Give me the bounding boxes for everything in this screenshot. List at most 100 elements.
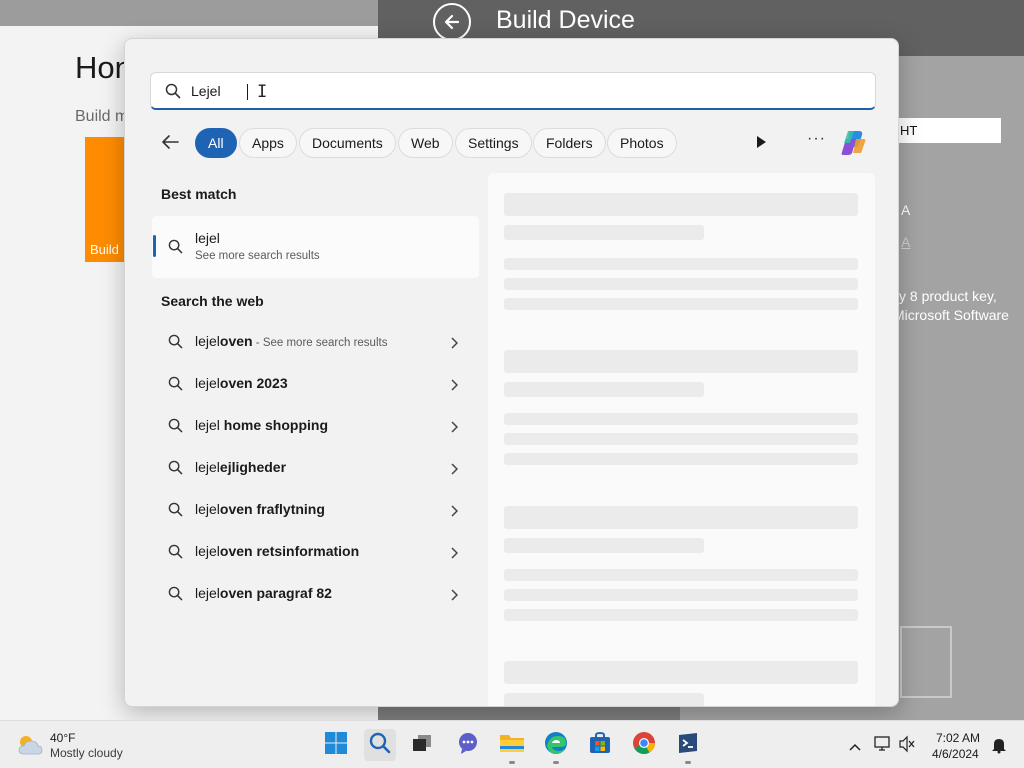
web-result-item[interactable]: lejeloven paragraf 82: [152, 575, 479, 611]
file-explorer-icon: [499, 732, 525, 759]
task-view-icon: [411, 733, 433, 758]
weather-condition: Mostly cloudy: [50, 746, 123, 760]
web-result-text: lejeloven paragraf 82: [195, 585, 332, 601]
chat-icon: [456, 731, 480, 760]
chevron-right-icon[interactable]: [450, 420, 459, 438]
edge-button[interactable]: [540, 729, 572, 764]
skeleton-line: [504, 193, 858, 216]
skeleton-line: [504, 350, 858, 373]
clock-date[interactable]: 4/6/2024: [932, 747, 979, 761]
web-result-completion: oven: [219, 333, 253, 349]
search-input[interactable]: [191, 81, 791, 101]
notification-icon[interactable]: [990, 736, 1008, 759]
chrome-button[interactable]: [628, 729, 660, 761]
chrome-icon: [631, 730, 657, 761]
best-match-subtitle: See more search results: [195, 250, 320, 262]
filter-documents[interactable]: Documents: [299, 128, 396, 158]
best-match-item[interactable]: lejel See more search results: [152, 216, 479, 278]
skeleton-line: [504, 506, 858, 529]
more-options-icon[interactable]: ···: [807, 130, 826, 148]
chevron-right-icon[interactable]: [450, 504, 459, 522]
web-result-text: lejeloven 2023: [195, 375, 288, 391]
filter-web[interactable]: Web: [398, 128, 453, 158]
web-result-item[interactable]: lejeloven 2023: [152, 365, 479, 401]
running-indicator: [509, 761, 515, 764]
weather-widget[interactable]: 40°F Mostly cloudy: [16, 729, 156, 763]
build-device-text-1: y 8 product key,: [899, 288, 997, 304]
build-tile-label: Build: [90, 242, 119, 257]
build-device-title: Build Device: [496, 6, 635, 34]
web-result-prefix: lejel: [195, 585, 220, 601]
build-device-line-a: A: [901, 202, 911, 218]
build-device-input[interactable]: HT: [892, 118, 1001, 143]
selection-indicator: [153, 235, 156, 257]
taskbar-search-button[interactable]: [364, 729, 396, 761]
start-icon: [324, 731, 348, 760]
search-box[interactable]: I: [150, 72, 876, 110]
task-view-button[interactable]: [406, 729, 438, 761]
chevron-right-icon[interactable]: [450, 546, 459, 564]
preview-pane: [488, 173, 875, 706]
chevron-right-icon[interactable]: [450, 378, 459, 396]
search-icon: [168, 418, 183, 438]
web-result-prefix: lejel: [195, 417, 220, 433]
build-device-link-a[interactable]: A: [901, 234, 910, 250]
web-result-item[interactable]: lejeloven - See more search results: [152, 323, 479, 359]
skeleton-line: [504, 298, 858, 310]
skeleton-line: [504, 258, 858, 270]
volume-muted-icon[interactable]: [898, 735, 916, 758]
web-result-item[interactable]: lejeloven retsinformation: [152, 533, 479, 569]
chat-button[interactable]: [452, 729, 484, 761]
web-result-prefix: lejel: [195, 501, 220, 517]
search-icon: [168, 334, 183, 354]
web-result-text: lejeloven fraflytning: [195, 501, 325, 517]
terminal-button[interactable]: [672, 729, 704, 764]
running-indicator: [685, 761, 691, 764]
skeleton-line: [504, 413, 858, 425]
filter-apps[interactable]: Apps: [239, 128, 297, 158]
filter-photos[interactable]: Photos: [607, 128, 677, 158]
web-result-item[interactable]: lejeloven fraflytning: [152, 491, 479, 527]
copilot-icon[interactable]: [837, 127, 869, 164]
store-button[interactable]: [584, 729, 616, 761]
network-monitor-icon[interactable]: [874, 735, 892, 758]
skeleton-line: [504, 569, 858, 581]
search-icon: [168, 502, 183, 522]
cloudy-weather-icon: [16, 733, 44, 762]
clock-time[interactable]: 7:02 AM: [936, 731, 980, 745]
web-result-prefix: lejel: [195, 459, 220, 475]
file-explorer-button[interactable]: [496, 729, 528, 764]
best-match-title: lejel: [195, 230, 220, 246]
web-result-text: lejel home shopping: [195, 417, 328, 433]
web-result-text: lejeloven retsinformation: [195, 543, 359, 559]
web-result-completion: oven paragraf 82: [219, 585, 332, 601]
chevron-up-icon[interactable]: [848, 739, 862, 757]
search-web-label: Search the web: [161, 293, 264, 309]
store-icon: [588, 731, 612, 760]
web-result-item[interactable]: lejel home shopping: [152, 407, 479, 443]
play-icon[interactable]: [755, 135, 767, 154]
ibeam-cursor-icon: I: [257, 82, 268, 102]
system-tray: 7:02 AM 4/6/2024: [840, 729, 1024, 763]
back-circle-icon[interactable]: [433, 3, 471, 41]
chevron-right-icon[interactable]: [450, 336, 459, 354]
back-arrow-icon[interactable]: [160, 133, 180, 156]
skeleton-line: [504, 278, 858, 290]
filter-all[interactable]: All: [195, 128, 237, 158]
weather-temperature: 40°F: [50, 731, 76, 745]
search-icon: [168, 586, 183, 606]
taskbar: 40°F Mostly cloudy 7:02 AM 4/6/2024: [0, 720, 1024, 768]
chevron-right-icon[interactable]: [450, 462, 459, 480]
terminal-icon: [676, 731, 700, 760]
filter-folders[interactable]: Folders: [533, 128, 606, 158]
skeleton-line: [504, 382, 704, 397]
chevron-right-icon[interactable]: [450, 588, 459, 606]
filter-settings[interactable]: Settings: [455, 128, 532, 158]
web-result-prefix: lejel: [195, 375, 220, 391]
build-device-bottom-strip: [378, 706, 680, 720]
search-icon: [168, 376, 183, 396]
web-result-completion: ejligheder: [219, 459, 287, 475]
start-button[interactable]: [320, 729, 352, 761]
search-icon: [168, 544, 183, 564]
web-result-item[interactable]: lejelejligheder: [152, 449, 479, 485]
